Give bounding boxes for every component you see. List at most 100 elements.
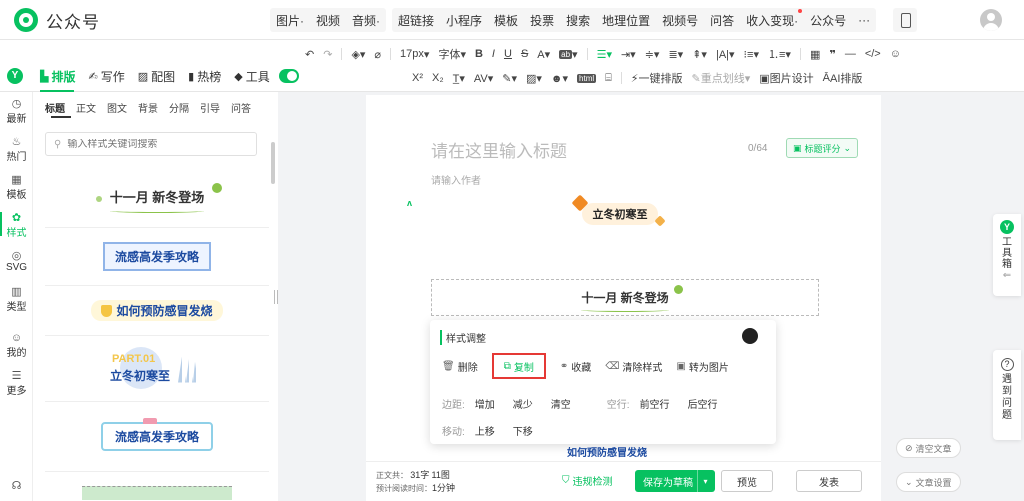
title-input[interactable]: 请在这里输入标题 (431, 137, 567, 162)
nav-miniprogram[interactable]: 小程序 (446, 12, 482, 29)
margin-decrease-button[interactable]: 减少 (513, 396, 533, 411)
font-family-select[interactable]: 字体 ▾ (438, 46, 466, 62)
paragraph-spacing-icon[interactable]: ≣▾ (668, 48, 683, 61)
redo-icon[interactable]: ↷ (323, 48, 332, 61)
panel-resize-handle[interactable] (274, 290, 278, 304)
quote-icon[interactable]: ❞ (829, 48, 835, 61)
preview-button[interactable]: 预览 (721, 470, 773, 492)
style-card-6[interactable] (45, 484, 269, 501)
copy-button[interactable]: ⧉ 复制 (491, 353, 546, 379)
style-card-2[interactable]: 流感高发季攻略 (45, 228, 269, 286)
tab-picture[interactable]: ▨ 配图 (138, 68, 175, 85)
app-logo[interactable]: 公众号 (14, 8, 100, 32)
rail-item-template[interactable]: ▦ 模板 (0, 174, 33, 201)
subscript-icon[interactable]: X₂ (432, 72, 444, 84)
spacing-before-icon[interactable]: ⇞▾ (692, 48, 707, 61)
emoji-icon[interactable]: ☺ (890, 48, 901, 60)
undo-icon[interactable]: ↶ (305, 48, 314, 61)
superscript-icon[interactable]: X² (412, 72, 423, 84)
toolbox-float[interactable]: Y 工 具 箱 ⇐ (993, 214, 1021, 296)
nav-monetize[interactable]: 收入变现· (746, 8, 803, 29)
magic-wand-icon[interactable]: ✎▾ (502, 72, 517, 85)
html-icon[interactable]: html (577, 73, 597, 83)
tab-guide[interactable]: 引导 (200, 100, 220, 115)
article-banner[interactable]: 立冬初寒至 (571, 194, 666, 227)
delete-button[interactable]: 🗑 删除 (442, 356, 478, 376)
nav-official-account[interactable]: 公众号 (810, 12, 846, 29)
font-size-select[interactable]: 17px ▾ (400, 48, 429, 61)
italic-icon[interactable]: I (492, 48, 495, 60)
style-search-input[interactable] (67, 138, 238, 150)
tab-writing[interactable]: ✍ 写作 (88, 68, 124, 85)
article-settings-button[interactable]: ⌄ 文章设置 (896, 472, 961, 492)
plugin-toggle[interactable] (279, 69, 299, 83)
avatar[interactable] (980, 9, 1002, 31)
tab-qa[interactable]: 问答 (231, 100, 251, 115)
image-icon[interactable]: ▨▾ (526, 72, 542, 85)
margin-increase-button[interactable]: 增加 (475, 396, 495, 411)
convert-image-button[interactable]: ▣ 转为图片 (676, 356, 728, 376)
letter-case-icon[interactable]: AV▾ (474, 72, 493, 85)
nav-vote[interactable]: 投票 (530, 12, 554, 29)
image-design[interactable]: ▣ 图片设计 (759, 70, 813, 86)
publish-button[interactable]: 发表 (796, 470, 862, 492)
rail-item-mine[interactable]: ☺ 我的 (0, 332, 33, 359)
rail-item-latest[interactable]: ◷ 最新 (0, 98, 33, 125)
table-icon[interactable]: ▦ (810, 48, 820, 61)
sticker-icon[interactable]: ☻▾ (551, 72, 568, 85)
rail-item-style[interactable]: ✿ 样式 (0, 212, 33, 239)
text-transform-icon[interactable]: T̲▾ (453, 72, 465, 85)
bullet-list-icon[interactable]: ⁝≡▾ (744, 48, 759, 61)
move-up-button[interactable]: 上移 (475, 423, 495, 438)
tab-layout[interactable]: ▙ 排版 (40, 68, 75, 85)
nav-image[interactable]: 图片· (276, 12, 304, 29)
nav-audio[interactable]: 音频· (352, 12, 380, 29)
font-color-icon[interactable]: A▾ (537, 48, 550, 61)
rail-item-svg[interactable]: ◎ SVG (0, 250, 33, 273)
color-picker-dot[interactable] (742, 328, 758, 344)
paragraph-marker-icon[interactable]: ʌ (407, 198, 415, 208)
nav-search[interactable]: 搜索 (566, 12, 590, 29)
rail-item-more[interactable]: ☰ 更多 (0, 370, 33, 397)
bold-icon[interactable]: B (475, 48, 483, 60)
underline-icon[interactable]: U (504, 48, 512, 60)
save-dropdown-icon[interactable]: ▾ (697, 470, 713, 492)
line-height-icon[interactable]: ≑▾ (645, 48, 660, 61)
panel-scrollbar[interactable] (271, 142, 275, 184)
clear-style-button[interactable]: ⌫ 清除样式 (605, 356, 662, 376)
author-input[interactable]: 请输入作者 (431, 172, 481, 187)
help-float[interactable]: ? 遇 到 问 题 (993, 350, 1021, 440)
highlight-color-icon[interactable]: ab ▾ (559, 48, 578, 61)
tab-tools[interactable]: ◆ 工具 (234, 68, 269, 85)
tab-image-text[interactable]: 图文 (107, 100, 127, 115)
tab-hot[interactable]: ▮ 热榜 (188, 68, 221, 85)
style-card-3[interactable]: 如何预防感冒发烧 (45, 286, 269, 336)
margin-clear-button[interactable]: 清空 (551, 396, 571, 411)
gift-icon[interactable]: ⌸ (605, 72, 612, 85)
collect-button[interactable]: ⚭ 收藏 (560, 356, 591, 376)
tab-background[interactable]: 背景 (138, 100, 158, 115)
violation-check-button[interactable]: ⛉ 违规检测 (562, 473, 613, 488)
rail-item-hot[interactable]: ♨ 热门 (0, 136, 33, 163)
nav-channels[interactable]: 视频号 (662, 12, 698, 29)
clear-article-button[interactable]: ⊘ 清空文章 (896, 438, 961, 458)
rail-item-type[interactable]: ▥ 类型 (0, 286, 33, 313)
selected-style-block[interactable]: 十一月 新冬登场 (431, 279, 819, 316)
divider-icon[interactable]: — (845, 48, 856, 60)
highlight-line[interactable]: ✎ 重点划线 ▾ (692, 70, 751, 86)
letter-spacing-icon[interactable]: |A|▾ (716, 48, 735, 61)
style-card-1[interactable]: 十一月 新冬登场 (45, 166, 269, 228)
numbered-list-icon[interactable]: ⒈≡▾ (768, 46, 791, 62)
clear-format-icon[interactable]: ⌀ (374, 48, 381, 61)
nav-qa[interactable]: 问答 (710, 12, 734, 29)
nav-hyperlink[interactable]: 超链接 (398, 12, 434, 29)
style-card-4[interactable]: PART.01 立冬初寒至 (45, 336, 269, 402)
indent-icon[interactable]: ⇥▾ (621, 48, 636, 61)
mobile-preview-icon[interactable] (893, 8, 917, 32)
space-before-button[interactable]: 前空行 (640, 396, 670, 411)
headset-icon[interactable]: ☊ (0, 480, 33, 492)
tab-heading[interactable]: 标题 (45, 100, 65, 115)
title-score-button[interactable]: ▣ 标题评分 ⌄ (786, 138, 858, 158)
nav-more[interactable]: ··· (858, 13, 870, 27)
strikethrough-icon[interactable]: S (521, 48, 528, 60)
